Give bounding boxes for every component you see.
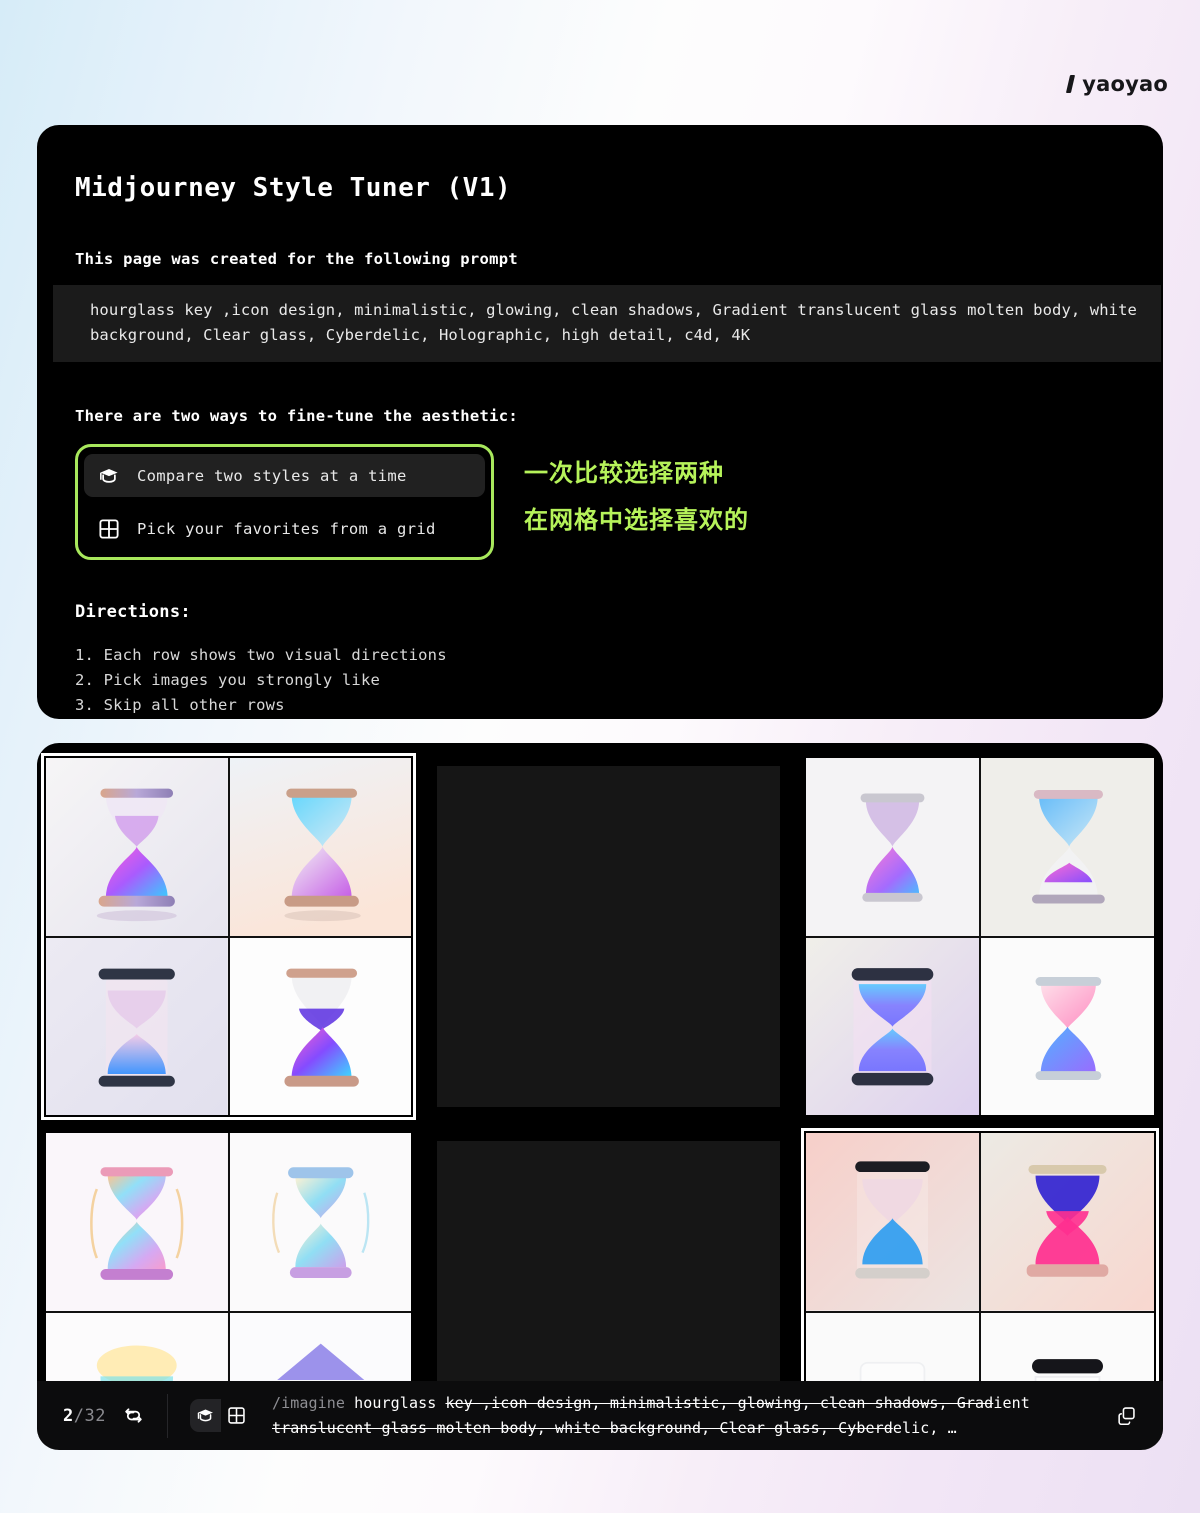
- image-tile[interactable]: [806, 758, 979, 936]
- mode-options-wrap: Compare two styles at a time Pick your f…: [75, 444, 1125, 560]
- ways-heading: There are two ways to fine-tune the aest…: [75, 407, 519, 425]
- directions-heading: Directions:: [75, 602, 191, 622]
- image-tile[interactable]: [806, 937, 979, 1115]
- results-row: [37, 749, 1163, 1124]
- brand-logo: yaoyao: [1066, 72, 1168, 96]
- brand-mark-icon: [1066, 75, 1076, 93]
- info-panel: Midjourney Style Tuner (V1) This page wa…: [37, 125, 1163, 719]
- page-counter: 2/32: [37, 1404, 167, 1428]
- mode-options: Compare two styles at a time Pick your f…: [75, 444, 494, 560]
- mode-toggle-compare[interactable]: [189, 1399, 221, 1432]
- mode-option-grid[interactable]: Pick your favorites from a grid: [84, 507, 485, 550]
- mode-toggle[interactable]: [189, 1399, 252, 1432]
- result-cell[interactable]: [797, 749, 1163, 1124]
- page-title: Midjourney Style Tuner (V1): [75, 173, 512, 203]
- grid-icon: [98, 518, 120, 540]
- prompt-line2-tail: elic, …: [892, 1418, 957, 1437]
- image-quad[interactable]: [806, 758, 1154, 1115]
- image-tile[interactable]: [981, 937, 1154, 1115]
- annotation-line-2: 在网格中选择喜欢的: [524, 506, 749, 534]
- prompt-line1-plain: hourglass: [354, 1393, 446, 1412]
- prompt-line1-tail: ient: [993, 1393, 1030, 1412]
- directions-list: 1. Each row shows two visual directions …: [75, 643, 1125, 718]
- copy-icon[interactable]: [1106, 1405, 1163, 1426]
- image-tile[interactable]: [981, 758, 1154, 936]
- result-cell[interactable]: [37, 749, 420, 1124]
- chinese-annotations: 一次比较选择两种 在网格中选择喜欢的: [524, 444, 749, 544]
- direction-item: 1. Each row shows two visual directions: [75, 646, 447, 664]
- mode-option-grid-label: Pick your favorites from a grid: [137, 519, 436, 538]
- annotation-line-1: 一次比较选择两种: [524, 459, 724, 487]
- bottom-toolbar: 2/32 /imagine hourglass key ,icon design…: [37, 1381, 1163, 1450]
- prompt-line1-struck: key ,icon design, minimalistic, glowing,…: [445, 1393, 994, 1412]
- image-tile[interactable]: [229, 1133, 411, 1311]
- brand-name: yaoyao: [1082, 72, 1168, 96]
- prompt-preview[interactable]: /imagine hourglass key ,icon design, min…: [272, 1391, 1106, 1441]
- direction-item: 3. Skip all other rows: [75, 696, 285, 714]
- results-panel: [37, 743, 1163, 1450]
- page-counter-total: /32: [73, 1405, 106, 1426]
- image-quad-selected[interactable]: [41, 753, 416, 1120]
- mode-option-compare[interactable]: Compare two styles at a time: [84, 454, 485, 497]
- prompt-line2-struck: translucent glass molten body, white bac…: [271, 1418, 893, 1437]
- page-counter-current: 2: [63, 1405, 74, 1426]
- prompt-heading: This page was created for the following …: [75, 250, 519, 268]
- direction-item: 2. Pick images you strongly like: [75, 671, 381, 689]
- result-cell-empty[interactable]: [420, 749, 797, 1124]
- image-quad-placeholder[interactable]: [437, 766, 780, 1107]
- image-tile[interactable]: [806, 1133, 979, 1311]
- image-tile[interactable]: [229, 758, 411, 936]
- image-tile[interactable]: [46, 937, 228, 1115]
- image-tile[interactable]: [46, 758, 228, 936]
- image-tile[interactable]: [46, 1133, 228, 1311]
- image-tile[interactable]: [229, 937, 411, 1115]
- graduation-cap-icon: [98, 465, 120, 487]
- refresh-icon[interactable]: [122, 1404, 146, 1428]
- image-tile[interactable]: [981, 1133, 1154, 1311]
- prompt-command: /imagine: [271, 1393, 355, 1412]
- mode-toggle-grid[interactable]: [221, 1399, 252, 1432]
- prompt-text: hourglass key ,icon design, minimalistic…: [53, 285, 1161, 362]
- mode-option-compare-label: Compare two styles at a time: [137, 466, 407, 485]
- toolbar-divider: [166, 1393, 168, 1438]
